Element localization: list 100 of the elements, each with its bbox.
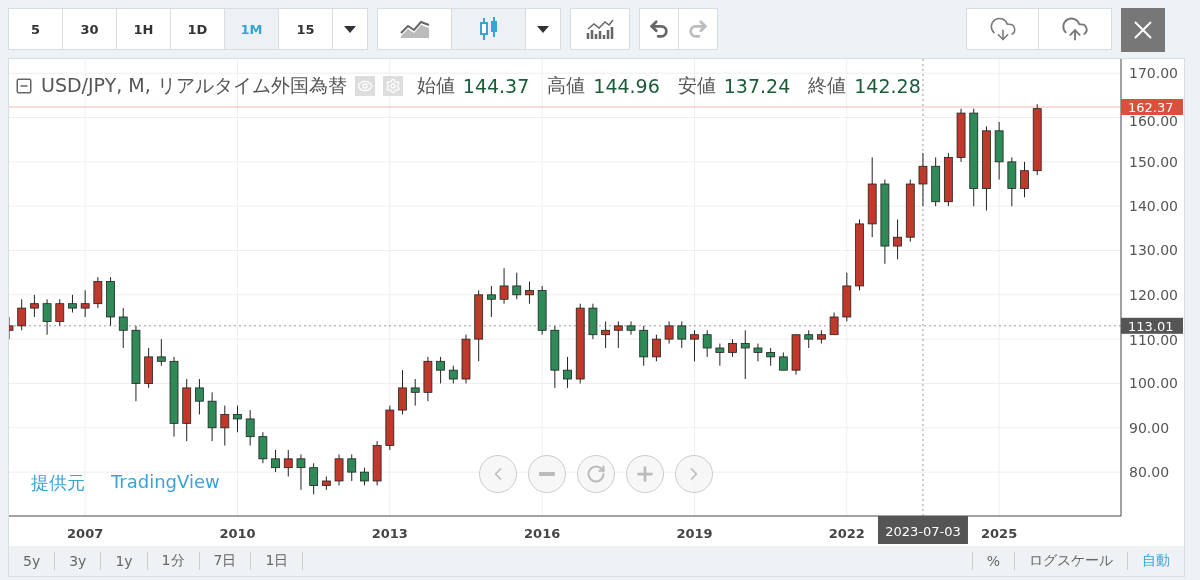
candlestick (778, 351, 788, 371)
candlestick (804, 329, 814, 349)
tradingview-link[interactable]: TradingView (111, 471, 220, 495)
candlestick (766, 347, 776, 367)
candlestick (525, 281, 534, 305)
candlestick (499, 267, 509, 305)
candlestick (385, 405, 395, 451)
candlestick (740, 329, 750, 380)
candlestick (461, 334, 471, 384)
cloud-download-icon (988, 15, 1017, 43)
candlestick (42, 298, 52, 336)
candlestick (842, 272, 852, 322)
candlestick (80, 289, 90, 318)
candlestick (195, 378, 204, 415)
candlestick (106, 276, 115, 327)
price-tick-label: 160.00 (1129, 113, 1178, 129)
candlestick (283, 449, 293, 478)
candlestick (17, 298, 27, 331)
candlestick (372, 440, 382, 486)
price-tick-label: 120.00 (1129, 286, 1178, 303)
plus-icon (634, 463, 656, 485)
candlestick (347, 453, 357, 482)
year-tick-label: 2022 (828, 526, 865, 541)
range-button[interactable]: 1分 (147, 552, 200, 570)
price-tick-label: 110.00 (1129, 331, 1178, 348)
candlestick (156, 338, 166, 367)
ohlc-label: 安値 (677, 73, 716, 98)
redo-icon (687, 18, 709, 40)
candlestick (182, 378, 192, 442)
year-tick-label: 2019 (676, 526, 713, 541)
candlestick (613, 320, 623, 349)
candlestick (144, 347, 154, 389)
candlestick (512, 272, 522, 300)
price-tick-label: 130.00 (1129, 242, 1178, 259)
candlestick (436, 356, 445, 384)
candlestick (690, 329, 699, 362)
candlestick (309, 462, 319, 495)
ref-line-label: 2023-07-03 (885, 524, 961, 539)
ref-line-label: 162.37 (1128, 100, 1174, 115)
ohlc-value: 144.96 (593, 75, 660, 97)
candlestick (715, 343, 725, 367)
candlestick (30, 294, 39, 318)
candlestick (537, 285, 547, 336)
candlestick (626, 320, 636, 336)
candlestick (245, 409, 255, 446)
candlestick (118, 307, 128, 349)
close-button[interactable] (1121, 8, 1165, 52)
range-button[interactable]: 3y (55, 552, 102, 570)
zoom-out-button[interactable] (528, 455, 566, 493)
ohlc-value: 144.37 (462, 75, 530, 97)
crosshair-date-label: 2023-07-03 (877, 516, 968, 544)
candlestick (1020, 161, 1029, 198)
price-tick-label: 90.00 (1129, 419, 1170, 436)
candlestick (664, 320, 674, 345)
candlestick (563, 356, 572, 389)
range-button[interactable]: 7日 (199, 552, 252, 570)
year-tick-label: 2025 (981, 526, 1018, 541)
ref-line-label: 113.01 (1128, 318, 1174, 334)
candlestick (321, 476, 331, 491)
minus-icon (539, 472, 555, 476)
reset-button[interactable] (577, 455, 615, 493)
candlestick (271, 449, 280, 473)
candlestick (905, 179, 915, 243)
scale-option-button[interactable]: ログスケール (1014, 552, 1127, 570)
candlestick (68, 294, 77, 314)
candlestick (601, 320, 610, 349)
collapse-icon[interactable] (15, 77, 33, 95)
candlestick (753, 343, 763, 362)
candlestick (702, 329, 712, 358)
candlestick (550, 325, 560, 389)
candlestick (1007, 156, 1017, 207)
range-button[interactable]: 1y (101, 552, 148, 570)
candlestick (296, 453, 306, 491)
zoom-in-button[interactable] (626, 455, 664, 493)
candlestick-icon (478, 16, 499, 42)
range-button[interactable]: 5y (9, 552, 56, 570)
caret-icon (344, 25, 356, 33)
price-tick-label: 100.00 (1129, 375, 1178, 392)
candlestick (334, 453, 344, 486)
candlestick (918, 152, 928, 207)
scale-option-button[interactable]: % (971, 552, 1014, 570)
candlestick (791, 334, 801, 376)
candlestick (677, 320, 687, 349)
candlestick (639, 325, 649, 367)
caret-icon (537, 25, 549, 33)
candlestick (258, 431, 268, 464)
candlestick (398, 369, 407, 415)
ohlc-label: 終値 (808, 73, 847, 98)
candlestick (943, 152, 953, 207)
price-tick-label: 150.00 (1129, 153, 1178, 170)
range-button[interactable]: 1日 (251, 552, 304, 570)
year-tick-label: 2016 (524, 526, 561, 541)
candlestick (893, 218, 902, 260)
year-tick-label: 2010 (219, 526, 256, 541)
candlestick (220, 405, 230, 446)
price-tick-label: 140.00 (1129, 198, 1178, 215)
candlestick (207, 391, 217, 442)
ohlc-value: 137.24 (723, 75, 791, 97)
candlestick (588, 303, 598, 340)
candlestick (55, 298, 65, 327)
